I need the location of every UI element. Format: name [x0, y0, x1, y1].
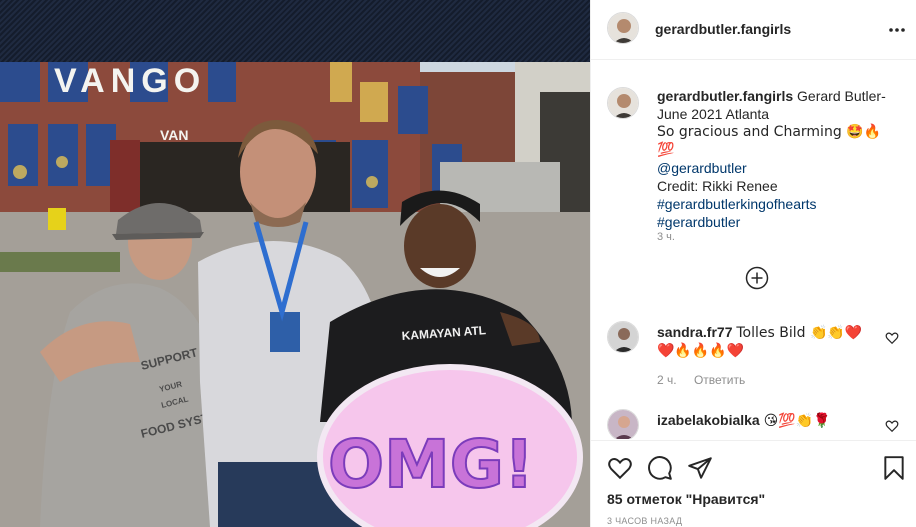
comment-meta: 2 ч. Ответить — [657, 373, 759, 387]
caption-time[interactable]: 3 ч. — [657, 231, 675, 243]
caption-line-3: So gracious and Charming 🤩🔥💯 — [657, 124, 882, 158]
bookmark-icon[interactable] — [881, 455, 907, 481]
heart-icon[interactable] — [607, 455, 633, 481]
comment-reply-button[interactable]: Ответить — [694, 373, 745, 387]
comment-text-line-2: ❤️🔥🔥🔥❤️ — [657, 343, 745, 359]
comment-heart-icon[interactable] — [885, 331, 899, 345]
comment-time[interactable]: 2 ч. — [657, 373, 677, 387]
post-image: VANGO VAN SUPPORT YOUR LOCAL FOOD SYSTEM — [0, 62, 590, 527]
comment-heart-icon[interactable] — [885, 419, 899, 433]
post-header: gerardbutler.fangirls — [591, 0, 916, 60]
caption-avatar[interactable] — [607, 87, 639, 119]
caption-hashtag-2[interactable]: #gerardbutler — [657, 213, 897, 231]
photo-top-band — [0, 0, 590, 62]
add-circle-icon[interactable] — [745, 266, 769, 290]
caption-line-1: Gerard Butler- — [797, 88, 886, 104]
post-timestamp[interactable]: 3 ЧАСОВ НАЗАД — [607, 516, 682, 526]
post-actions: 85 отметок "Нравится" 3 ЧАСОВ НАЗАД — [591, 440, 916, 527]
author-avatar[interactable] — [607, 12, 639, 44]
caption-credit: Credit: Rikki Renee — [657, 178, 778, 194]
likes-count[interactable]: 85 отметок "Нравится" — [607, 491, 765, 507]
post-photo[interactable]: VANGO VAN SUPPORT YOUR LOCAL FOOD SYSTEM — [0, 0, 590, 527]
author-username[interactable]: gerardbutler.fangirls — [655, 21, 791, 37]
comment-icon[interactable] — [647, 455, 673, 481]
caption-mention[interactable]: @gerardbutler — [657, 159, 897, 177]
omg-sticker-text: OMG! — [328, 426, 534, 503]
caption-username[interactable]: gerardbutler.fangirls — [657, 88, 793, 104]
caption-hashtag-1[interactable]: #gerardbutlerkingofhearts — [657, 195, 897, 213]
comment-username[interactable]: sandra.fr77 — [657, 324, 732, 340]
comment-username[interactable]: izabelakobialka — [657, 412, 760, 428]
building-sign-text: VANGO — [54, 62, 206, 100]
comment-body: izabelakobialka 😘💯👏🌹 — [657, 411, 877, 430]
comment-text: Tolles Bild 👏👏❤️ — [736, 325, 863, 341]
comment-text: 😘💯👏🌹 — [763, 413, 831, 429]
caption-text: gerardbutler.fangirls Gerard Butler- Jun… — [657, 87, 897, 231]
comment-body: sandra.fr77 Tolles Bild 👏👏❤️ ❤️🔥🔥🔥❤️ — [657, 323, 877, 360]
commenter-avatar[interactable] — [607, 409, 639, 439]
building-sign-small-text: VAN — [160, 127, 189, 143]
commenter-avatar[interactable] — [607, 321, 639, 353]
post-sidebar: gerardbutler.fangirls gerardbutler.fangi… — [590, 0, 916, 527]
caption-line-2: June 2021 Atlanta — [657, 106, 770, 122]
share-icon[interactable] — [687, 455, 713, 481]
more-horizontal-icon[interactable] — [887, 20, 907, 40]
comments-list[interactable]: gerardbutler.fangirls Gerard Butler- Jun… — [591, 61, 916, 439]
